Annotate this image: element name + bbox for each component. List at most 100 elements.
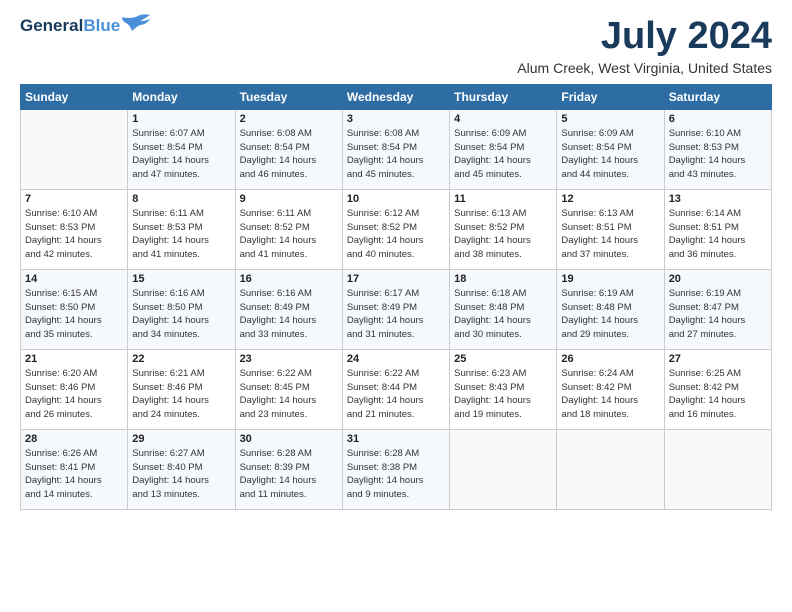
table-row: 18 Sunrise: 6:18 AM Sunset: 8:48 PM Dayli…	[450, 269, 557, 349]
day-info: Sunrise: 6:07 AM Sunset: 8:54 PM Dayligh…	[132, 127, 230, 182]
day-info: Sunrise: 6:11 AM Sunset: 8:53 PM Dayligh…	[132, 207, 230, 262]
table-row: 16 Sunrise: 6:16 AM Sunset: 8:49 PM Dayli…	[235, 269, 342, 349]
day-number: 19	[561, 273, 659, 285]
calendar-week-row: 1 Sunrise: 6:07 AM Sunset: 8:54 PM Daylig…	[21, 109, 772, 189]
table-row: 2 Sunrise: 6:08 AM Sunset: 8:54 PM Daylig…	[235, 109, 342, 189]
table-row: 21Sunrise: 6:20 AM Sunset: 8:46 PM Dayli…	[21, 349, 128, 429]
day-number: 9	[240, 193, 338, 205]
day-number: 26	[561, 353, 659, 365]
col-monday: Monday	[128, 84, 235, 109]
logo-general: General	[20, 16, 83, 35]
day-number: 1	[132, 113, 230, 125]
calendar-week-row: 7 Sunrise: 6:10 AM Sunset: 8:53 PM Daylig…	[21, 189, 772, 269]
calendar-table: Sunday Monday Tuesday Wednesday Thursday…	[20, 84, 772, 510]
day-number: 12	[561, 193, 659, 205]
day-number: 15	[132, 273, 230, 285]
day-number: 6	[669, 113, 767, 125]
day-number: 2	[240, 113, 338, 125]
day-info: Sunrise: 6:22 AM Sunset: 8:45 PM Dayligh…	[240, 367, 338, 422]
day-info: Sunrise: 6:16 AM Sunset: 8:49 PM Dayligh…	[240, 287, 338, 342]
day-info: Sunrise: 6:28 AM Sunset: 8:39 PM Dayligh…	[240, 447, 338, 502]
day-info: Sunrise: 6:19 AM Sunset: 8:48 PM Dayligh…	[561, 287, 659, 342]
table-row: 11 Sunrise: 6:13 AM Sunset: 8:52 PM Dayli…	[450, 189, 557, 269]
day-number: 13	[669, 193, 767, 205]
table-row: 5 Sunrise: 6:09 AM Sunset: 8:54 PM Daylig…	[557, 109, 664, 189]
col-wednesday: Wednesday	[342, 84, 449, 109]
day-number: 8	[132, 193, 230, 205]
table-row	[557, 429, 664, 509]
calendar-week-row: 21Sunrise: 6:20 AM Sunset: 8:46 PM Dayli…	[21, 349, 772, 429]
calendar-header-row: Sunday Monday Tuesday Wednesday Thursday…	[21, 84, 772, 109]
table-row: 3 Sunrise: 6:08 AM Sunset: 8:54 PM Daylig…	[342, 109, 449, 189]
table-row: 14Sunrise: 6:15 AM Sunset: 8:50 PM Dayli…	[21, 269, 128, 349]
day-number: 18	[454, 273, 552, 285]
title-area: July 2024 Alum Creek, West Virginia, Uni…	[517, 16, 772, 76]
day-number: 17	[347, 273, 445, 285]
day-number: 5	[561, 113, 659, 125]
day-info: Sunrise: 6:08 AM Sunset: 8:54 PM Dayligh…	[347, 127, 445, 182]
day-info: Sunrise: 6:13 AM Sunset: 8:52 PM Dayligh…	[454, 207, 552, 262]
day-info: Sunrise: 6:13 AM Sunset: 8:51 PM Dayligh…	[561, 207, 659, 262]
table-row	[664, 429, 771, 509]
table-row: 22 Sunrise: 6:21 AM Sunset: 8:46 PM Dayli…	[128, 349, 235, 429]
table-row: 27Sunrise: 6:25 AM Sunset: 8:42 PM Dayli…	[664, 349, 771, 429]
table-row: 7 Sunrise: 6:10 AM Sunset: 8:53 PM Daylig…	[21, 189, 128, 269]
day-info: Sunrise: 6:19 AM Sunset: 8:47 PM Dayligh…	[669, 287, 767, 342]
day-number: 28	[25, 433, 123, 445]
table-row: 30 Sunrise: 6:28 AM Sunset: 8:39 PM Dayli…	[235, 429, 342, 509]
day-number: 30	[240, 433, 338, 445]
day-number: 16	[240, 273, 338, 285]
col-tuesday: Tuesday	[235, 84, 342, 109]
day-info: Sunrise: 6:11 AM Sunset: 8:52 PM Dayligh…	[240, 207, 338, 262]
day-info: Sunrise: 6:12 AM Sunset: 8:52 PM Dayligh…	[347, 207, 445, 262]
table-row: 29 Sunrise: 6:27 AM Sunset: 8:40 PM Dayli…	[128, 429, 235, 509]
day-number: 29	[132, 433, 230, 445]
table-row: 6 Sunrise: 6:10 AM Sunset: 8:53 PM Daylig…	[664, 109, 771, 189]
day-info: Sunrise: 6:10 AM Sunset: 8:53 PM Dayligh…	[25, 207, 123, 262]
day-info: Sunrise: 6:10 AM Sunset: 8:53 PM Dayligh…	[669, 127, 767, 182]
day-info: Sunrise: 6:15 AM Sunset: 8:50 PM Dayligh…	[25, 287, 123, 342]
table-row: 12 Sunrise: 6:13 AM Sunset: 8:51 PM Dayli…	[557, 189, 664, 269]
table-row: 8 Sunrise: 6:11 AM Sunset: 8:53 PM Daylig…	[128, 189, 235, 269]
day-number: 3	[347, 113, 445, 125]
day-number: 25	[454, 353, 552, 365]
col-saturday: Saturday	[664, 84, 771, 109]
table-row: 24Sunrise: 6:22 AM Sunset: 8:44 PM Dayli…	[342, 349, 449, 429]
table-row	[21, 109, 128, 189]
table-row: 23 Sunrise: 6:22 AM Sunset: 8:45 PM Dayli…	[235, 349, 342, 429]
table-row: 17 Sunrise: 6:17 AM Sunset: 8:49 PM Dayli…	[342, 269, 449, 349]
day-number: 23	[240, 353, 338, 365]
table-row: 19 Sunrise: 6:19 AM Sunset: 8:48 PM Dayli…	[557, 269, 664, 349]
day-info: Sunrise: 6:18 AM Sunset: 8:48 PM Dayligh…	[454, 287, 552, 342]
day-info: Sunrise: 6:08 AM Sunset: 8:54 PM Dayligh…	[240, 127, 338, 182]
day-info: Sunrise: 6:25 AM Sunset: 8:42 PM Dayligh…	[669, 367, 767, 422]
table-row: 10 Sunrise: 6:12 AM Sunset: 8:52 PM Dayli…	[342, 189, 449, 269]
day-number: 22	[132, 353, 230, 365]
table-row: 26 Sunrise: 6:24 AM Sunset: 8:42 PM Dayli…	[557, 349, 664, 429]
table-row: 28 Sunrise: 6:26 AM Sunset: 8:41 PM Dayli…	[21, 429, 128, 509]
location: Alum Creek, West Virginia, United States	[517, 60, 772, 76]
col-sunday: Sunday	[21, 84, 128, 109]
day-info: Sunrise: 6:16 AM Sunset: 8:50 PM Dayligh…	[132, 287, 230, 342]
day-info: Sunrise: 6:14 AM Sunset: 8:51 PM Dayligh…	[669, 207, 767, 262]
day-number: 11	[454, 193, 552, 205]
col-thursday: Thursday	[450, 84, 557, 109]
table-row: 20 Sunrise: 6:19 AM Sunset: 8:47 PM Dayli…	[664, 269, 771, 349]
day-number: 10	[347, 193, 445, 205]
col-friday: Friday	[557, 84, 664, 109]
table-row	[450, 429, 557, 509]
day-info: Sunrise: 6:17 AM Sunset: 8:49 PM Dayligh…	[347, 287, 445, 342]
table-row: 31Sunrise: 6:28 AM Sunset: 8:38 PM Dayli…	[342, 429, 449, 509]
day-info: Sunrise: 6:27 AM Sunset: 8:40 PM Dayligh…	[132, 447, 230, 502]
day-info: Sunrise: 6:24 AM Sunset: 8:42 PM Dayligh…	[561, 367, 659, 422]
day-info: Sunrise: 6:21 AM Sunset: 8:46 PM Dayligh…	[132, 367, 230, 422]
day-info: Sunrise: 6:26 AM Sunset: 8:41 PM Dayligh…	[25, 447, 123, 502]
day-number: 7	[25, 193, 123, 205]
logo-bird-icon	[122, 13, 150, 31]
day-number: 21	[25, 353, 123, 365]
day-info: Sunrise: 6:09 AM Sunset: 8:54 PM Dayligh…	[561, 127, 659, 182]
day-info: Sunrise: 6:22 AM Sunset: 8:44 PM Dayligh…	[347, 367, 445, 422]
table-row: 25Sunrise: 6:23 AM Sunset: 8:43 PM Dayli…	[450, 349, 557, 429]
day-number: 20	[669, 273, 767, 285]
day-info: Sunrise: 6:09 AM Sunset: 8:54 PM Dayligh…	[454, 127, 552, 182]
